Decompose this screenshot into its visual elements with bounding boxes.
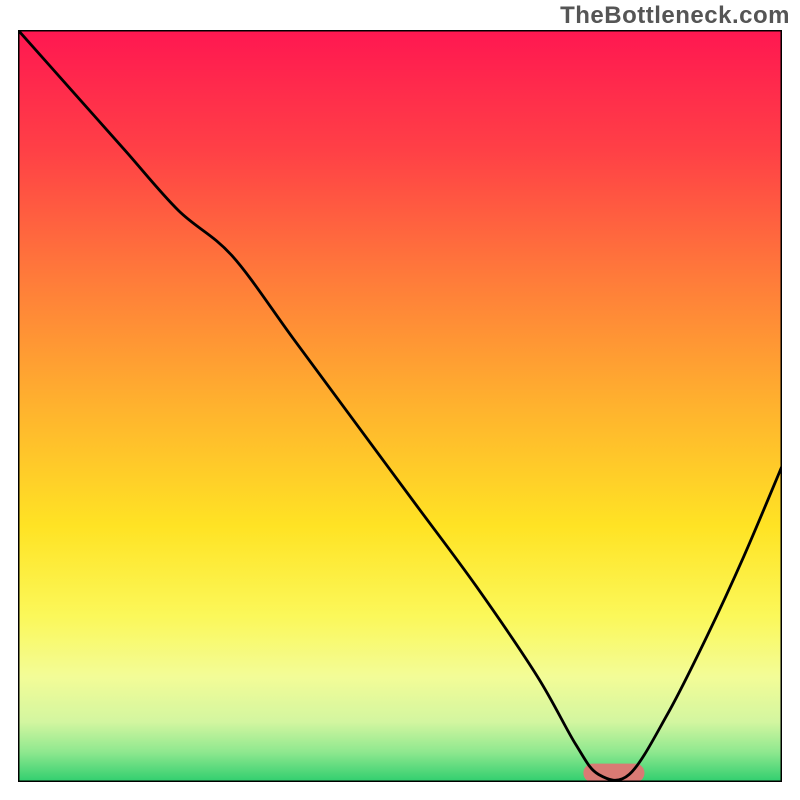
gradient-background	[18, 30, 782, 782]
watermark-label: TheBottleneck.com	[560, 2, 790, 30]
plot-frame	[18, 30, 782, 782]
chart-container: TheBottleneck.com	[0, 0, 800, 800]
chart-svg	[18, 30, 782, 782]
